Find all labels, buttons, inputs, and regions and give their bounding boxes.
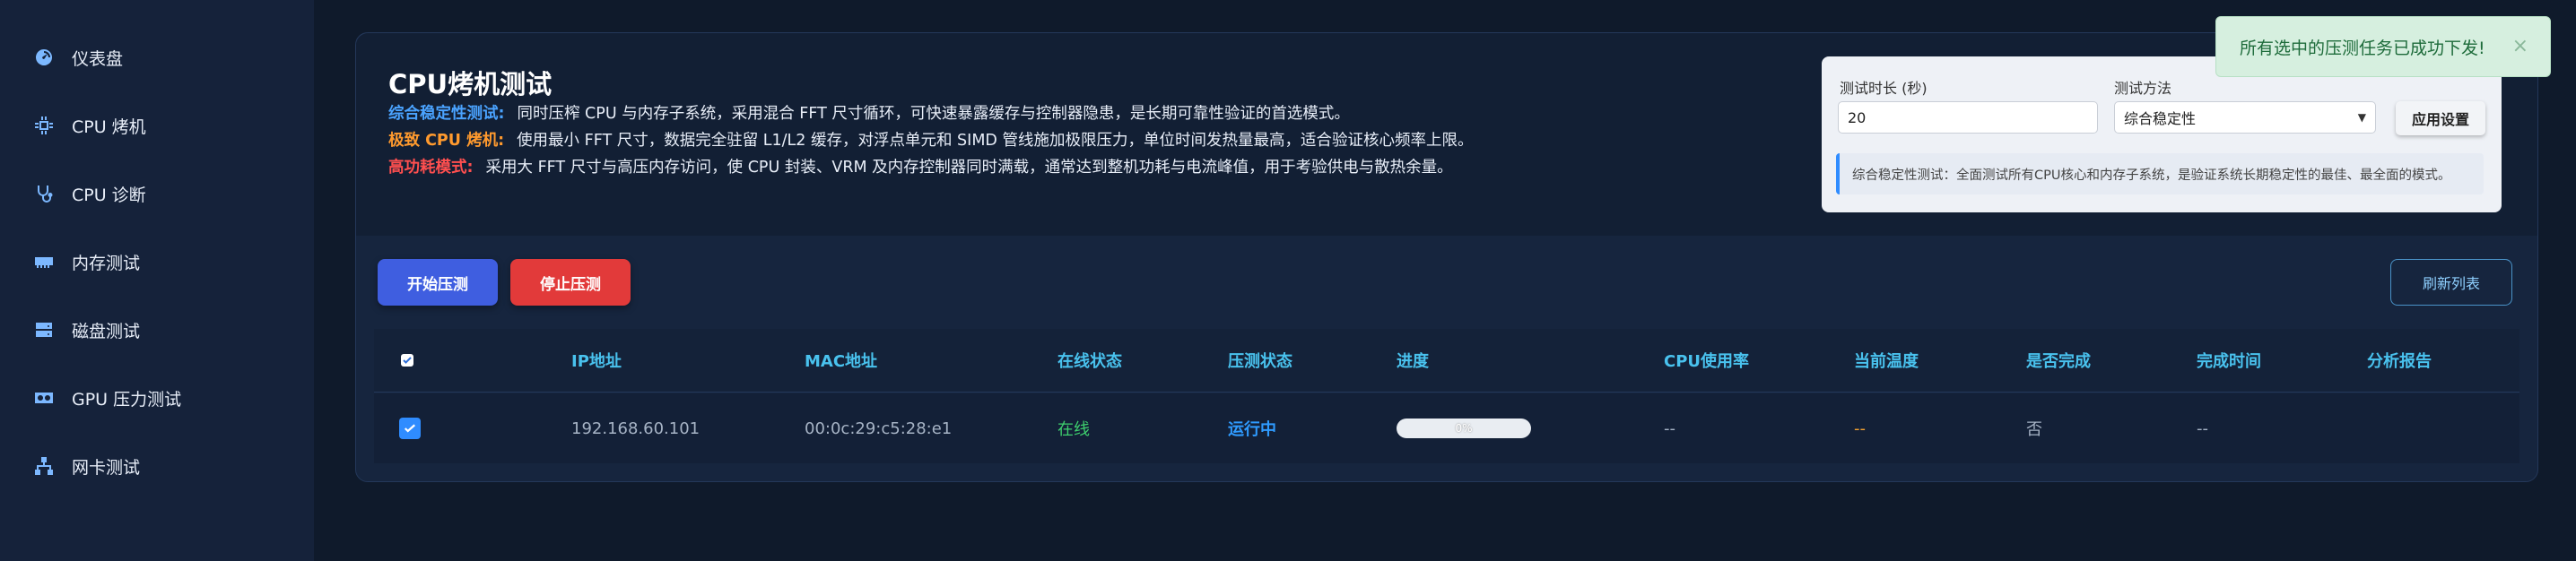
cpu-icon [32,114,56,137]
mode-key: 高功耗模式: [388,159,474,177]
gpu-icon [32,386,56,410]
column-header-online: 在线状态 [1057,352,1122,371]
method-info-note: 综合稳定性测试：全面测试所有CPU核心和内存子系统，是验证系统长期稳定性的最佳、… [1836,153,2484,194]
chevron-down-icon: ▼ [2357,111,2366,124]
column-header-cpu-usage: CPU使用率 [1664,352,1750,371]
sidebar-item-cpu-burn[interactable]: CPU 烤机 [32,108,146,143]
cell-mac: 00:0c:29:c5:28:e1 [805,419,953,438]
row-checkbox[interactable] [399,393,421,463]
cell-cpu-usage: -- [1664,419,1675,438]
close-icon[interactable]: × [2512,35,2528,57]
column-header-test-status: 压测状态 [1228,352,1292,371]
sidebar-item-label: GPU 压力测试 [72,389,182,410]
progress-bar: 0% [1397,419,1531,438]
sidebar-item-label: CPU 烤机 [72,117,146,137]
mode-description-extreme: 极致 CPU 烤机: 使用最小 FFT 尺寸，数据完全驻留 L1/L2 缓存，对浮… [388,128,1473,151]
column-header-completed: 是否完成 [2026,352,2091,371]
stethoscope-icon [32,182,56,205]
duration-input[interactable]: 20 [1838,101,2098,134]
table-row[interactable]: 192.168.60.101 00:0c:29:c5:28:e1 在线 运行中 … [374,393,2519,463]
cell-progress: 0% [1397,393,1531,463]
column-header-mac: MAC地址 [805,352,878,371]
success-toast: 所有选中的压测任务已成功下发! × [2215,16,2551,77]
method-select[interactable]: 综合稳定性 ▼ [2114,101,2376,134]
column-header-report: 分析报告 [2367,352,2432,371]
cell-ip: 192.168.60.101 [571,419,701,438]
network-icon [32,454,56,478]
sidebar-item-gpu[interactable]: GPU 压力测试 [32,380,181,416]
cell-test-status: 运行中 [1228,420,1276,439]
refresh-list-button[interactable]: 刷新列表 [2390,259,2512,306]
sidebar-item-network[interactable]: 网卡测试 [32,448,140,484]
mode-text: 采用大 FFT 尺寸与高压内存访问，使 CPU 封装、VRM 及内存控制器同时满… [485,159,1453,177]
table-header: IP地址 MAC地址 在线状态 压测状态 进度 CPU使用率 当前温度 是否完成… [374,329,2519,393]
select-all-checkbox[interactable] [401,329,413,392]
sidebar-item-label: 内存测试 [72,253,141,273]
sidebar-item-disk[interactable]: 磁盘测试 [32,312,140,348]
stop-test-button[interactable]: 停止压测 [510,259,631,306]
cell-completed: 否 [2026,420,2042,439]
duration-label: 测试时长 (秒) [1840,80,1928,97]
apply-settings-button[interactable]: 应用设置 [2396,101,2485,135]
check-icon [399,418,421,439]
cell-online-status: 在线 [1057,420,1090,439]
disk-icon [32,318,56,341]
column-header-ip: IP地址 [571,352,622,371]
mode-description-power: 高功耗模式: 采用大 FFT 尺寸与高压内存访问，使 CPU 封装、VRM 及内存… [388,155,1453,177]
sidebar-item-memory[interactable]: 内存测试 [32,244,140,280]
column-header-finish-time: 完成时间 [2197,352,2261,371]
cell-temperature: -- [1854,419,1866,438]
method-select-value: 综合稳定性 [2124,110,2197,127]
method-label: 测试方法 [2114,80,2172,97]
sidebar-item-label: 磁盘测试 [72,321,141,341]
panel-header: CPU烤机测试 综合稳定性测试: 同时压榨 CPU 与内存子系统，采用混合 FFT… [356,33,2537,236]
sidebar-item-label: 仪表盘 [72,48,124,69]
sidebar: 仪表盘 CPU 烤机 CPU 诊断 内存测试 磁盘测试 GPU 压力测试 网卡测… [0,0,314,561]
page-title: CPU烤机测试 [388,69,553,99]
mode-text: 使用最小 FFT 尺寸，数据完全驻留 L1/L2 缓存，对浮点单元和 SIMD … [517,132,1474,150]
memory-icon [32,250,56,273]
test-settings-panel: 测试时长 (秒) 20 测试方法 综合稳定性 ▼ 应用设置 综合稳定性测试：全面… [1822,56,2502,212]
column-header-temperature: 当前温度 [1854,352,1919,371]
sidebar-item-dashboard[interactable]: 仪表盘 [32,39,123,75]
check-icon [401,354,413,367]
progress-text: 0% [1455,422,1473,435]
column-header-progress: 进度 [1397,352,1429,371]
sidebar-item-cpu-diagnose[interactable]: CPU 诊断 [32,176,146,211]
start-test-button[interactable]: 开始压测 [378,259,498,306]
sidebar-item-label: CPU 诊断 [72,185,146,205]
mode-description-stability: 综合稳定性测试: 同时压榨 CPU 与内存子系统，采用混合 FFT 尺寸循环，可快… [388,101,1350,124]
toast-message: 所有选中的压测任务已成功下发! [2240,38,2485,58]
mode-key: 综合稳定性测试: [388,105,505,123]
cpu-burn-panel: CPU烤机测试 综合稳定性测试: 同时压榨 CPU 与内存子系统，采用混合 FFT… [355,32,2538,482]
dashboard-icon [32,46,56,69]
cell-finish-time: -- [2197,419,2208,438]
mode-text: 同时压榨 CPU 与内存子系统，采用混合 FFT 尺寸循环，可快速暴露缓存与控制… [517,105,1350,123]
sidebar-item-label: 网卡测试 [72,457,141,478]
mode-key: 极致 CPU 烤机: [388,132,505,150]
